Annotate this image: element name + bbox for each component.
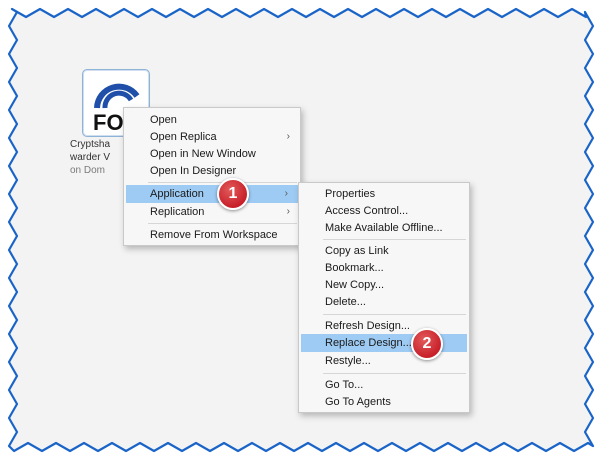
menu-item-label: Bookmark... [325, 262, 384, 274]
menu-item-open-new-window[interactable]: Open in New Window [124, 145, 300, 163]
menu-item-label: Access Control... [325, 205, 409, 217]
application-submenu: Properties Access Control... Make Availa… [298, 182, 470, 413]
menu-item-label: Go To... [325, 379, 364, 391]
context-menu: Open Open Replica › Open in New Window Op… [123, 107, 301, 246]
menu-item-go-to[interactable]: Go To... [299, 376, 469, 394]
menu-item-go-to-agents[interactable]: Go To Agents [299, 393, 469, 411]
menu-item-open[interactable]: Open [124, 111, 300, 129]
menu-item-refresh-design[interactable]: Refresh Design... [299, 317, 469, 335]
chevron-right-icon: › [286, 131, 290, 142]
menu-item-label: New Copy... [325, 279, 385, 291]
menu-separator [148, 223, 297, 224]
menu-item-replication[interactable]: Replication › [124, 203, 300, 221]
menu-item-open-in-designer[interactable]: Open In Designer [124, 162, 300, 180]
menu-item-bookmark[interactable]: Bookmark... [299, 259, 469, 277]
menu-item-label: Open [150, 114, 177, 126]
menu-item-label: Open In Designer [150, 165, 237, 177]
step-badge-1: 1 [217, 178, 249, 210]
menu-item-label: Open in New Window [150, 148, 256, 160]
menu-item-new-copy[interactable]: New Copy... [299, 276, 469, 294]
menu-item-label: Open Replica [150, 131, 217, 143]
menu-separator [323, 373, 466, 374]
menu-separator [323, 314, 466, 315]
menu-item-label: Refresh Design... [325, 320, 410, 332]
logo-text: FO [93, 110, 124, 132]
menu-item-open-replica[interactable]: Open Replica › [124, 128, 300, 146]
menu-item-label: Delete... [325, 296, 366, 308]
menu-item-label: Copy as Link [325, 245, 389, 257]
menu-item-properties[interactable]: Properties [299, 185, 469, 203]
menu-item-label: Restyle... [325, 355, 371, 367]
menu-item-label: Replication [150, 206, 205, 218]
menu-item-application[interactable]: Application › [126, 185, 298, 203]
menu-item-make-available-offline[interactable]: Make Available Offline... [299, 219, 469, 237]
menu-item-label: Make Available Offline... [325, 222, 443, 234]
menu-item-label: Properties [325, 188, 376, 200]
chevron-right-icon: › [286, 206, 290, 217]
step-badge-2: 2 [411, 328, 443, 360]
menu-item-remove-from-workspace[interactable]: Remove From Workspace [124, 226, 300, 244]
menu-item-access-control[interactable]: Access Control... [299, 202, 469, 220]
menu-item-label: Application [150, 188, 204, 200]
menu-item-label: Remove From Workspace [150, 229, 278, 241]
menu-item-label: Go To Agents [325, 396, 391, 408]
menu-item-delete[interactable]: Delete... [299, 293, 469, 311]
chevron-right-icon: › [284, 188, 288, 199]
menu-item-restyle[interactable]: Restyle... [299, 352, 469, 370]
menu-item-label: Replace Design... [325, 337, 412, 349]
menu-item-copy-as-link[interactable]: Copy as Link [299, 242, 469, 260]
menu-separator [323, 239, 466, 240]
